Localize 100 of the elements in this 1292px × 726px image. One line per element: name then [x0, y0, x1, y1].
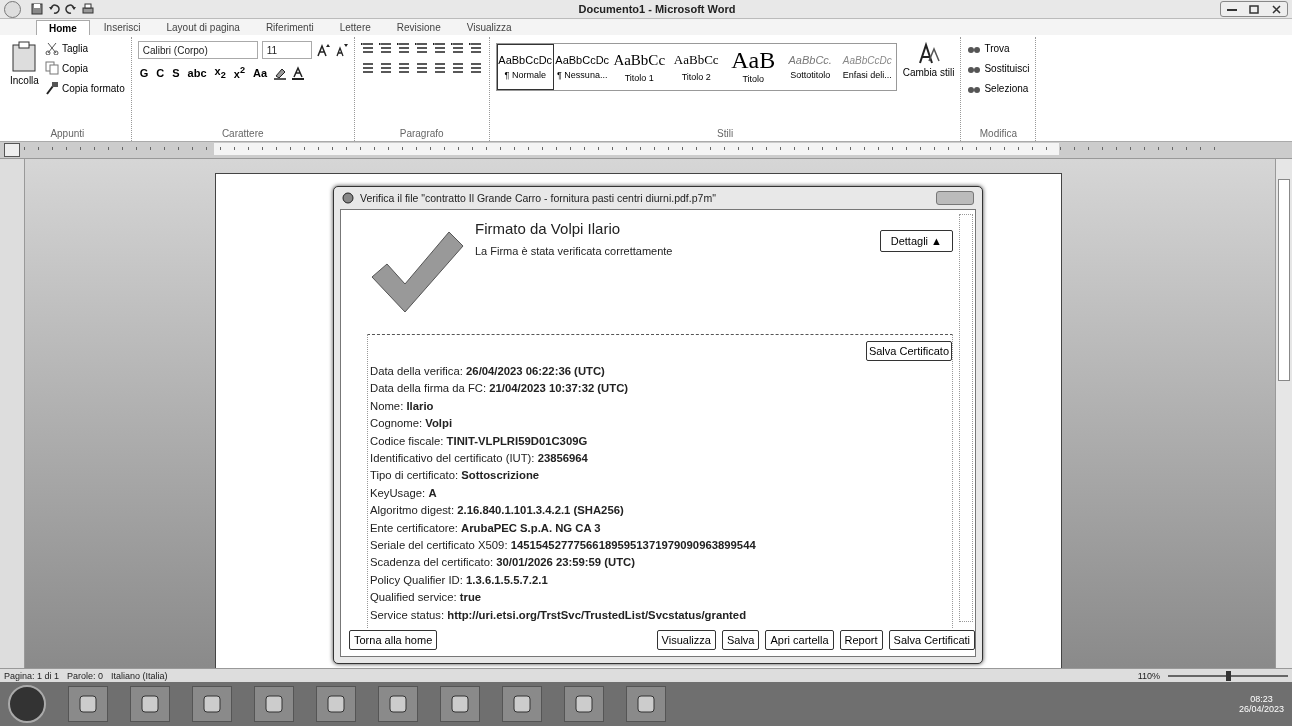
dialog-title: Verifica il file "contratto Il Grande Carro - fornitura pasti centri diurni.pdf.p7m" [360, 192, 716, 204]
ribbon-tab[interactable]: Inserisci [91, 20, 153, 35]
dialog-scrollbar[interactable] [959, 214, 973, 622]
scrollbar-thumb[interactable] [1278, 179, 1290, 381]
detail-line: Cognome: Volpi [370, 416, 454, 432]
detail-line: Tipo di certificato: Sottoscrizione [370, 468, 541, 484]
save-icon[interactable] [31, 3, 43, 15]
save-certificate-button[interactable]: Salva Certificato [865, 341, 952, 361]
format-button[interactable]: S [170, 66, 182, 79]
dialog-button[interactable]: Visualizza [656, 630, 716, 650]
dialog-button[interactable]: Salva [721, 630, 760, 650]
group-label: Paragrafo [398, 128, 445, 141]
app-icon[interactable] [388, 694, 408, 714]
style-option[interactable]: AaBbCcDc Enfasi deli... [838, 44, 896, 90]
undo-icon[interactable] [48, 3, 60, 15]
app-icon[interactable] [512, 694, 532, 714]
grow-font-icon[interactable] [315, 43, 330, 57]
ribbon-tab[interactable]: Layout di pagina [154, 20, 252, 35]
clock-time: 08:23 [1250, 694, 1273, 704]
editing-button[interactable]: Trova [967, 41, 1030, 55]
style-option[interactable]: AaBbCcDc ¶ Normale [496, 44, 554, 90]
tab-selector[interactable] [4, 143, 20, 157]
office-button[interactable] [4, 0, 21, 18]
word-count[interactable]: Parole: 0 [67, 670, 104, 681]
redo-icon[interactable] [65, 3, 77, 15]
clipboard-button[interactable]: Taglia [44, 41, 125, 55]
bullets-icon[interactable] [360, 41, 375, 55]
dialog-button[interactable]: Salva Certificati [888, 630, 975, 650]
style-option[interactable]: AaBbCc Titolo 1 [610, 44, 668, 90]
clipboard-button[interactable]: Copia [44, 61, 125, 75]
detail-line: Service status: http://uri.etsi.org/TrstSvc/TrustedList/Svcstatus/granted [370, 607, 748, 623]
home-button[interactable]: Torna alla home [349, 630, 438, 650]
language-indicator[interactable]: Italiano (Italia) [111, 670, 168, 681]
detail-line: Ente certificatore: ArubaPEC S.p.A. NG CA 3 [370, 520, 602, 536]
zoom-slider-thumb[interactable] [1225, 670, 1231, 681]
align-left-icon[interactable] [360, 61, 375, 75]
editing-button[interactable]: Seleziona [967, 81, 1030, 95]
font-color-icon[interactable] [291, 65, 306, 80]
ribbon-tab[interactable]: Revisione [384, 20, 453, 35]
detail-line: Data della verifica: 26/04/2023 06:22:36 (UTC) [370, 364, 606, 379]
format-button[interactable]: C [154, 66, 167, 79]
print-icon[interactable] [82, 3, 94, 15]
vertical-scrollbar[interactable] [1275, 159, 1292, 668]
dialog-button[interactable]: Apri cartella [765, 630, 834, 650]
detail-line: Data della firma da FC: 21/04/2023 10:37:32 (UTC) [370, 381, 630, 397]
group-label: Stili [716, 128, 735, 141]
detail-line: Algoritmo digest: 2.16.840.1.101.3.4.2.1 (SHA256) [370, 503, 625, 519]
shrink-font-icon[interactable] [333, 43, 348, 57]
app-icon [342, 192, 354, 204]
close-icon[interactable] [1271, 4, 1281, 14]
styles-icon [916, 41, 941, 65]
dialog-button[interactable]: Report [839, 630, 883, 650]
format-button[interactable]: G [137, 66, 151, 79]
detail-line: Nome: Ilario [370, 398, 435, 414]
group-label: Modifica [978, 128, 1019, 141]
style-option[interactable]: AaBbCc. Sottotitolo [781, 44, 839, 90]
copy-icon [44, 61, 59, 75]
format-button[interactable]: abc [185, 66, 209, 79]
style-option[interactable]: AaBbCc Titolo 2 [667, 44, 725, 90]
detail-line: Scadenza del certificato: 30/01/2026 23:59:59 (UTC) [370, 555, 636, 571]
clipboard-icon [10, 41, 39, 73]
font-size-field[interactable]: 11 [261, 41, 312, 59]
paste-button[interactable]: Incolla [10, 41, 39, 86]
detail-line: Seriale del certificato X509: 145154527775661895951371979090963899544 [370, 538, 757, 554]
ribbon-tab[interactable]: Riferimenti [253, 20, 326, 35]
detail-line: Policy Qualifier ID: 1.3.6.1.5.5.7.2.1 [370, 572, 549, 588]
brush-icon [44, 81, 59, 95]
detail-line: Codice fiscale: TINIT-VLPLRI59D01C309G [370, 433, 589, 449]
detail-line: KeyUsage: A [370, 485, 438, 501]
detail-line: Identificativo del certificato (IUT): 23856964 [370, 451, 589, 467]
font-field[interactable]: Calibri (Corpo) [137, 41, 258, 59]
zoom-level[interactable]: 110% [1137, 670, 1160, 681]
start-button[interactable] [8, 685, 46, 723]
page-count[interactable]: Pagina: 1 di 1 [4, 670, 60, 681]
verification-message: La Firma è stata verificata correttamente [475, 245, 674, 257]
window-title: Documento1 - Microsoft Word [577, 3, 737, 15]
ribbon-tab[interactable]: Home [36, 20, 90, 35]
maximize-icon[interactable] [1249, 4, 1259, 14]
group-label: Appunti [49, 128, 86, 141]
style-option[interactable]: AaBbCcDc ¶ Nessuna... [553, 44, 611, 90]
editing-button[interactable]: Sostituisci [967, 61, 1030, 75]
clock-date: 26/04/2023 [1238, 704, 1284, 714]
ribbon-tab[interactable]: Visualizza [454, 20, 524, 35]
format-button[interactable]: x$_{2}$ [212, 65, 228, 81]
group-label: Carattere [220, 128, 265, 141]
format-button[interactable]: Aa [251, 66, 270, 79]
minimize-icon[interactable] [1227, 6, 1237, 12]
app-icon[interactable] [326, 694, 346, 714]
justify-icon[interactable] [414, 61, 429, 75]
style-option[interactable]: AaB Titolo [724, 44, 782, 90]
clipboard-button[interactable]: Copia formato [44, 81, 125, 95]
details-button[interactable]: Dettagli ▲ [879, 230, 953, 252]
detail-line: Qualified service: true [370, 590, 483, 606]
change-styles-button[interactable]: Cambia stili [902, 41, 955, 78]
app-icon[interactable] [264, 694, 284, 714]
format-button[interactable]: x$^{2}$ [231, 65, 247, 80]
scissors-icon [44, 41, 59, 55]
signature-heading: Firmato da Volpi Ilario [475, 220, 622, 237]
ribbon-tab[interactable]: Lettere [327, 20, 383, 35]
app-icon[interactable] [636, 694, 656, 714]
